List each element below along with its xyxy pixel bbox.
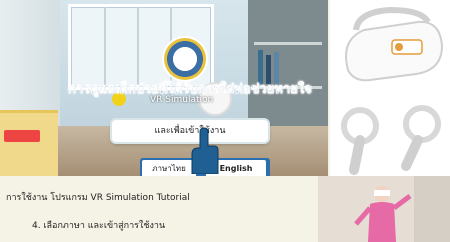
tutorial-slide: การดูแลเด็กป่วยที่ได้รับการใส่ท่อช่วยหาย… (0, 0, 450, 242)
tray (4, 130, 40, 142)
hand-pointer-icon (191, 127, 219, 174)
vr-controllers-icon (341, 105, 441, 175)
caption-area (0, 176, 318, 242)
caption-title: การใช้งาน โปรแกรม VR Simulation Tutorial (6, 193, 190, 203)
vr-controllers-panel (330, 100, 450, 176)
vr-headset-panel (330, 0, 450, 100)
vr-subtitle: VR Simulation (150, 95, 214, 105)
university-logo (164, 38, 206, 80)
person-photo-panel (318, 176, 450, 242)
desk (0, 110, 58, 176)
caption-step: 4. เลือกภาษา และเข้าสู่การใช้งาน (32, 221, 166, 231)
person-using-vr-icon (318, 176, 450, 242)
vr-scene: การดูแลเด็กป่วยที่ได้รับการใส่ท่อช่วยหาย… (0, 0, 328, 176)
vr-headset-icon (345, 6, 444, 82)
